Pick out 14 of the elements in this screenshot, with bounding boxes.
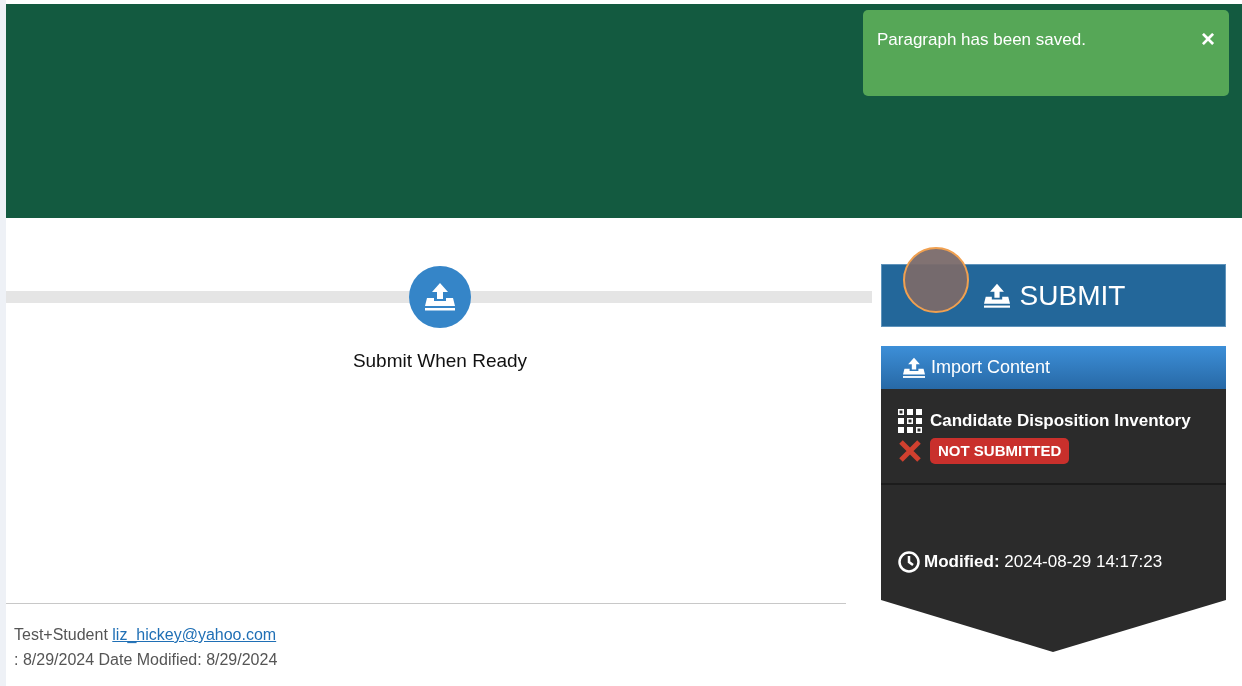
toast-message: Paragraph has been saved.	[877, 29, 1086, 51]
email-link[interactable]: liz_hickey@yahoo.com	[112, 626, 277, 643]
modified-text: Modified: 2024-08-29 14:17:23	[924, 550, 1163, 573]
import-content-header[interactable]: Import Content	[881, 346, 1226, 389]
clock-icon	[898, 550, 920, 573]
author-line: Test+Student liz_hickey@yahoo.com	[14, 625, 278, 645]
dates-line: : 8/29/2024 Date Modified: 8/29/2024	[14, 650, 279, 670]
step-label: Submit When Ready	[351, 349, 529, 373]
grid-icon	[898, 408, 922, 433]
upload-icon	[981, 282, 1012, 309]
item-title[interactable]: Candidate Disposition Inventory	[930, 408, 1191, 434]
status-badge: NOT SUBMITTED	[930, 437, 1070, 464]
upload-icon	[901, 356, 927, 379]
close-button[interactable]: ×	[1201, 27, 1215, 51]
